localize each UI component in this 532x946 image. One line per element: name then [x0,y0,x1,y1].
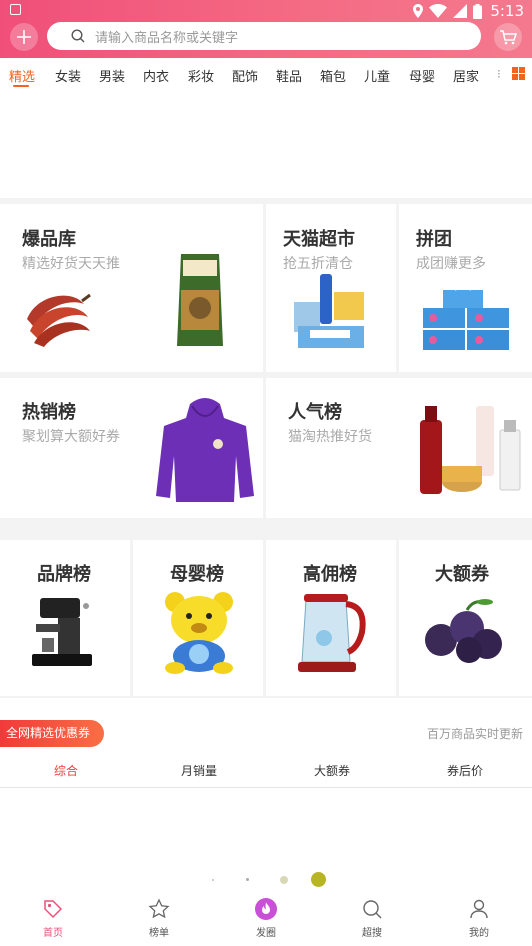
bottom-tab-bar: 首页 榜单 发圈 超搜 我的 [0,892,532,946]
card-subtitle: 猫淘热推好货 [288,429,372,445]
plus-icon [17,30,31,44]
search-icon [71,29,85,43]
sort-divider [0,787,532,788]
app-header: 5:13 请输入商品名称或关键字 [0,0,532,58]
hoodie-image [156,398,254,502]
card-subtitle: 精选好货天天推 [22,256,120,272]
card-title: 人气榜 [288,402,342,423]
tab-label: 榜单 [149,928,169,939]
card-gaoyong[interactable]: 高佣榜 [266,540,396,696]
card-renqi[interactable]: 人气榜 猫淘热推好货 [266,378,532,518]
loading-dot [212,879,214,881]
card-title: 母婴榜 [170,564,224,585]
loading-dot [311,872,326,887]
tab-rankings[interactable]: 榜单 [119,896,199,939]
person-icon [470,899,488,919]
tab-peishi[interactable]: 配饰 [232,66,258,85]
card-title: 品牌榜 [37,564,91,585]
card-pintuan[interactable]: 拼团 成团赚更多 [399,204,532,372]
category-grid-icon[interactable] [512,67,525,80]
bear-toy-image [165,592,233,674]
category-tabs: 精选 女装 男装 内衣 彩妆 配饰 鞋品 箱包 儿童 母婴 居家 ⁝ [0,58,532,92]
flame-icon [255,898,277,920]
bananas-image [27,293,91,347]
tab-label: 发圈 [256,928,276,939]
notification-app-icon [10,4,21,15]
sort-zonghe[interactable]: 综合 [54,762,78,779]
signal-icon [453,4,468,18]
tab-jujia[interactable]: 居家 [453,66,479,85]
tab-super-search[interactable]: 超搜 [332,896,412,939]
sort-price-after-coupon[interactable]: 券后价 [447,762,483,779]
cart-button[interactable] [494,23,522,51]
tab-xiepin[interactable]: 鞋品 [276,66,302,85]
tab-label: 首页 [43,928,63,939]
card-tmall-supermarket[interactable]: 天猫超市 抢五折清仓 [266,204,396,372]
tab-label: 我的 [469,928,489,939]
card-baopinku[interactable]: 爆品库 精选好货天天推 [0,204,263,372]
card-title: 天猫超市 [283,229,355,250]
tab-neiyi[interactable]: 内衣 [143,66,169,85]
wifi-icon [429,4,448,18]
star-icon [148,898,170,919]
tab-home[interactable]: 首页 [13,896,93,939]
tab-moments[interactable]: 发圈 [226,896,306,939]
search-placeholder: 请输入商品名称或关键字 [95,30,239,46]
location-icon [413,4,424,18]
loading-dot [246,878,249,881]
active-tab-indicator [13,85,29,87]
coffee-machine-image [32,598,92,666]
tab-muying[interactable]: 母婴 [409,66,435,85]
card-title: 热销榜 [22,402,76,423]
tab-ertong[interactable]: 儿童 [364,66,390,85]
card-pinpai[interactable]: 品牌榜 [0,540,130,696]
pet-food-bag-image [177,254,223,346]
coupon-section: 全网精选优惠券 百万商品实时更新 综合 月销量 大额券 券后价 [0,705,532,788]
card-rexiao[interactable]: 热销榜 聚划算大额好券 [0,378,263,518]
card-title: 爆品库 [22,229,76,250]
battery-icon [473,3,483,19]
card-dae[interactable]: 大额券 [399,540,532,696]
tab-caizhuang[interactable]: 彩妆 [188,66,214,85]
plums-image [425,599,502,663]
loading-indicator [0,870,532,890]
card-subtitle: 聚划算大额好券 [22,429,120,445]
more-categories-indicator: ⁝ [497,67,501,81]
status-icons: 5:13 [413,1,524,21]
tissue-boxes-image [423,286,509,350]
status-bar: 5:13 [0,0,532,22]
electric-kettle-image [298,594,366,672]
update-note: 百万商品实时更新 [426,727,523,741]
tag-icon [44,900,63,919]
search-input[interactable]: 请输入商品名称或关键字 [47,22,481,50]
tab-jingxuan[interactable]: 精选 [9,66,35,85]
sort-monthly-sales[interactable]: 月销量 [181,762,217,779]
card-title: 拼团 [416,229,452,250]
card-title: 大额券 [435,564,489,585]
cosmetics-image [420,406,521,494]
card-muying[interactable]: 母婴榜 [133,540,263,696]
loading-dot [280,876,288,884]
card-subtitle: 抢五折清仓 [283,256,353,272]
card-title: 高佣榜 [303,564,357,585]
coupon-badge: 全网精选优惠券 [0,720,104,747]
household-products-image [294,274,364,348]
clock: 5:13 [490,2,524,20]
sort-big-coupon[interactable]: 大额券 [314,762,350,779]
tab-label: 超搜 [362,928,382,939]
tab-nvzhuang[interactable]: 女装 [55,66,81,85]
search-icon [363,900,382,919]
cart-icon [500,30,517,45]
add-button[interactable] [10,23,38,51]
card-subtitle: 成团赚更多 [416,256,486,272]
tab-nanzhuang[interactable]: 男装 [99,66,125,85]
tab-mine[interactable]: 我的 [439,896,519,939]
tab-xiangbao[interactable]: 箱包 [320,66,346,85]
